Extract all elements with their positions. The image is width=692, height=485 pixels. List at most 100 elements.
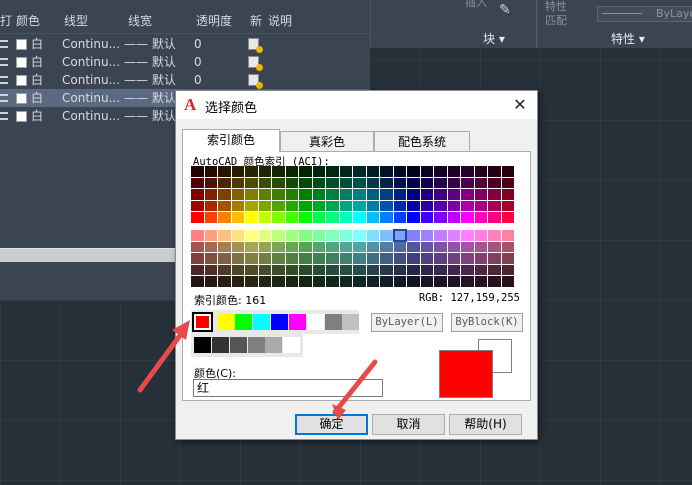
aci-color-cell[interactable] — [258, 241, 271, 252]
layer-linetype[interactable]: Continu... — [62, 53, 120, 71]
layer-color[interactable]: 白 — [31, 89, 43, 107]
aci-color-cell[interactable] — [353, 253, 366, 264]
help-button[interactable]: 帮助(H) — [449, 414, 522, 435]
byblock-button[interactable]: ByBlock(K) — [451, 313, 523, 332]
aci-color-cell[interactable] — [258, 253, 271, 264]
swatch-gray-253[interactable] — [248, 337, 265, 353]
aci-color-cell[interactable] — [231, 189, 244, 200]
aci-color-cell[interactable] — [380, 177, 393, 188]
aci-color-cell[interactable] — [474, 264, 487, 275]
aci-color-cell[interactable] — [366, 200, 379, 211]
col-lineweight[interactable]: 线宽 — [128, 10, 152, 32]
aci-color-cell[interactable] — [488, 200, 501, 211]
aci-color-cell[interactable] — [366, 264, 379, 275]
aci-color-cell[interactable] — [272, 166, 285, 177]
aci-color-cell[interactable] — [312, 264, 325, 275]
layer-lineweight[interactable]: —— 默认 — [124, 89, 176, 107]
aci-color-cell[interactable] — [420, 200, 433, 211]
aci-color-cell[interactable] — [312, 230, 325, 241]
aci-color-cell[interactable] — [474, 212, 487, 223]
aci-color-cell[interactable] — [312, 253, 325, 264]
col-print[interactable]: 打 — [0, 10, 12, 32]
aci-color-cell[interactable] — [461, 264, 474, 275]
aci-color-cell[interactable] — [299, 189, 312, 200]
col-new-vp[interactable]: 新 — [250, 10, 262, 32]
aci-color-cell[interactable] — [285, 264, 298, 275]
aci-color-cell[interactable] — [474, 241, 487, 252]
color-input[interactable]: 红 — [193, 379, 383, 397]
color-swatch-icon[interactable] — [16, 57, 27, 68]
aci-color-cell[interactable] — [339, 200, 352, 211]
aci-color-cell[interactable] — [380, 230, 393, 241]
aci-color-cell[interactable] — [299, 230, 312, 241]
bylayer-button[interactable]: ByLayer(L) — [371, 313, 443, 332]
layer-color[interactable]: 白 — [31, 107, 43, 125]
aci-color-cell[interactable] — [353, 200, 366, 211]
aci-color-cell[interactable] — [380, 212, 393, 223]
aci-color-cell[interactable] — [258, 230, 271, 241]
aci-color-cell[interactable] — [312, 212, 325, 223]
aci-color-cell[interactable] — [366, 276, 379, 287]
aci-color-cell[interactable] — [501, 276, 514, 287]
aci-color-cell[interactable] — [474, 253, 487, 264]
aci-color-cell[interactable] — [501, 253, 514, 264]
aci-color-cell[interactable] — [191, 189, 204, 200]
printer-icon[interactable] — [0, 40, 8, 48]
layer-linetype[interactable]: Continu... — [62, 71, 120, 89]
aci-color-cell[interactable] — [353, 177, 366, 188]
aci-color-cell[interactable] — [191, 241, 204, 252]
aci-color-cell[interactable] — [204, 166, 217, 177]
aci-color-cell[interactable] — [218, 276, 231, 287]
aci-color-cell[interactable] — [272, 253, 285, 264]
aci-color-cell[interactable] — [218, 189, 231, 200]
aci-color-cell[interactable] — [407, 241, 420, 252]
printer-icon[interactable] — [0, 112, 8, 120]
swatch-yellow[interactable] — [218, 314, 235, 330]
aci-color-cell[interactable] — [326, 276, 339, 287]
aci-color-cell[interactable] — [380, 264, 393, 275]
aci-color-cell[interactable] — [407, 200, 420, 211]
swatch-green[interactable] — [235, 314, 252, 330]
aci-color-cell[interactable] — [312, 276, 325, 287]
aci-color-cell[interactable] — [501, 166, 514, 177]
aci-color-cell[interactable] — [204, 230, 217, 241]
aci-color-cell[interactable] — [339, 230, 352, 241]
aci-color-cell[interactable] — [218, 200, 231, 211]
swatch-gray-255[interactable] — [283, 337, 300, 353]
aci-color-cell[interactable] — [407, 189, 420, 200]
aci-color-cell[interactable] — [488, 230, 501, 241]
aci-color-cell[interactable] — [420, 253, 433, 264]
aci-color-cell[interactable] — [326, 241, 339, 252]
printer-icon[interactable] — [0, 94, 8, 102]
layer-linetype[interactable]: Continu... — [62, 89, 120, 107]
aci-color-cell[interactable] — [245, 177, 258, 188]
aci-color-cell[interactable] — [393, 253, 406, 264]
cancel-button[interactable]: 取消 — [372, 414, 445, 435]
layer-row[interactable]: 白 Continu... —— 默认 0 — [0, 71, 370, 89]
aci-color-cell[interactable] — [326, 200, 339, 211]
aci-color-cell[interactable] — [326, 166, 339, 177]
printer-icon[interactable] — [0, 58, 8, 66]
aci-color-cell[interactable] — [272, 177, 285, 188]
aci-color-cell[interactable] — [218, 166, 231, 177]
aci-color-cell[interactable] — [380, 189, 393, 200]
aci-color-cell[interactable] — [420, 264, 433, 275]
insert-label[interactable]: 插入 — [465, 0, 487, 10]
aci-color-cell[interactable] — [312, 166, 325, 177]
layer-row[interactable]: 白 Continu... —— 默认 0 — [0, 35, 370, 53]
block-group-label[interactable]: 块 ▾ — [483, 30, 505, 47]
aci-color-cell[interactable] — [285, 241, 298, 252]
aci-color-cell[interactable] — [285, 189, 298, 200]
swatch-gray-251[interactable] — [212, 337, 229, 353]
aci-color-cell[interactable] — [326, 264, 339, 275]
printer-icon[interactable] — [0, 76, 8, 84]
aci-color-cell[interactable] — [204, 276, 217, 287]
aci-color-cell[interactable] — [474, 230, 487, 241]
aci-color-cell[interactable] — [501, 230, 514, 241]
color-control-dropdown[interactable]: ByLaye — [597, 6, 692, 22]
aci-color-cell[interactable] — [366, 212, 379, 223]
aci-color-cell[interactable] — [299, 264, 312, 275]
swatch-gray-252[interactable] — [230, 337, 247, 353]
aci-color-cell[interactable] — [393, 212, 406, 223]
aci-color-cell[interactable] — [231, 264, 244, 275]
